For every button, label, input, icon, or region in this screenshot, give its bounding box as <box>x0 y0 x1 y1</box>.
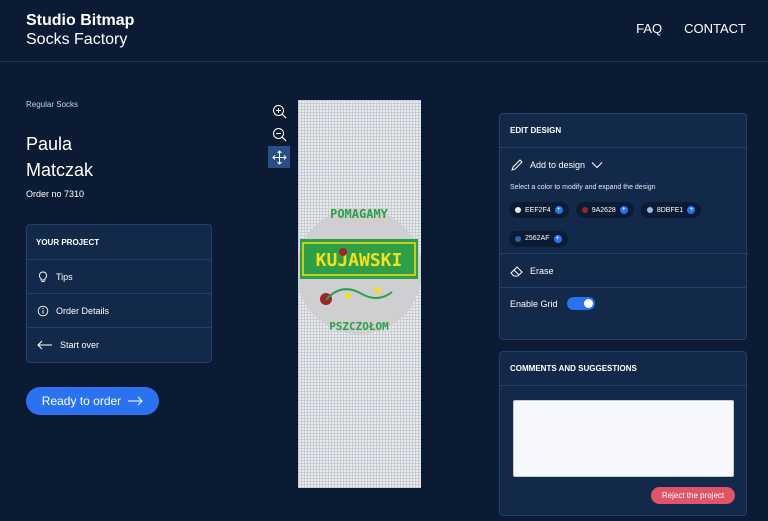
menu-item-label: Order Details <box>56 305 110 316</box>
pattern-flower <box>345 293 351 299</box>
zoom-in-button[interactable] <box>268 100 290 122</box>
zoom-out-button[interactable] <box>268 123 290 145</box>
sock-design-canvas[interactable]: POMAGAMY KUJAWSKI PSZCZOŁOM <box>298 100 421 488</box>
zoom-in-icon <box>272 104 286 118</box>
color-code: 9A2628 <box>591 206 616 214</box>
info-icon <box>37 305 49 316</box>
sock-pattern: POMAGAMY KUJAWSKI PSZCZOŁOM <box>298 207 421 334</box>
color-chip-8dbfe1[interactable]: 8DBFE1 + <box>640 202 702 218</box>
lightbulb-icon <box>39 271 47 282</box>
zoom-out-icon <box>272 127 286 141</box>
order-summary: Regular Socks Paula Matczak Order no 731… <box>26 100 212 199</box>
ready-to-order-label: Ready to order <box>41 394 122 408</box>
brand-title: Studio Bitmap <box>26 12 135 29</box>
project-panel-title: YOUR PROJECT <box>27 225 211 260</box>
erase-button[interactable]: Erase <box>500 254 746 288</box>
color-hint: Select a color to modify and expand the … <box>510 184 656 191</box>
color-code: 8DBFE1 <box>656 206 684 214</box>
pattern-accent <box>339 248 347 256</box>
customer-name: Paula Matczak <box>26 131 212 183</box>
enable-grid-row: Enable Grid <box>500 288 746 319</box>
reject-project-button[interactable]: Reject the project <box>651 487 735 504</box>
pattern-text-top: POMAGAMY <box>330 207 389 221</box>
enable-grid-toggle[interactable] <box>566 297 595 310</box>
color-code: EEF2F4 <box>525 206 551 214</box>
edit-design-panel: EDIT DESIGN Add to design Select a color… <box>499 113 748 340</box>
color-chip-9a2628[interactable]: 9A2628 + <box>575 202 634 218</box>
arrow-left-icon <box>37 340 52 350</box>
pencil-icon <box>511 159 523 171</box>
move-button[interactable] <box>268 146 290 168</box>
plus-icon: + <box>553 234 562 243</box>
customer-first-name: Paula <box>26 134 73 154</box>
pattern-text-brand: KUJAWSKI <box>316 250 403 271</box>
enable-grid-label: Enable Grid <box>510 298 558 309</box>
pattern-flower <box>375 287 381 293</box>
color-swatch <box>646 207 653 213</box>
toggle-knob <box>583 299 593 308</box>
add-to-design-label: Add to design <box>530 160 586 170</box>
brand-subtitle: Socks Factory <box>26 31 128 48</box>
color-code: 2562AF <box>525 235 550 242</box>
order-number: Order no 7310 <box>26 189 85 199</box>
color-chips: EEF2F4 + 9A2628 + 8DBFE1 + 2562AF + <box>500 191 748 254</box>
comments-textarea[interactable] <box>513 400 734 477</box>
plus-icon: + <box>554 206 563 214</box>
nav-faq[interactable]: FAQ <box>636 21 662 36</box>
chevron-down-icon <box>591 162 603 169</box>
brand-logo[interactable]: Studio Bitmap Socks Factory <box>26 12 134 50</box>
color-swatch <box>515 235 521 242</box>
plus-icon: + <box>687 206 696 214</box>
eraser-icon <box>510 265 523 276</box>
menu-item-tips[interactable]: Tips <box>27 260 211 294</box>
erase-label: Erase <box>530 265 554 276</box>
comments-title: COMMENTS AND SUGGESTIONS <box>500 352 746 386</box>
color-chip-eef2f4[interactable]: EEF2F4 + <box>509 202 569 218</box>
comments-panel: COMMENTS AND SUGGESTIONS Reject the proj… <box>499 351 747 516</box>
top-nav: FAQ CONTACT <box>636 21 746 36</box>
add-to-design-dropdown[interactable]: Add to design <box>500 148 746 182</box>
color-chip-2562af[interactable]: 2562AF + <box>509 230 568 247</box>
breadcrumb: Regular Socks <box>26 100 79 109</box>
plus-icon: + <box>619 206 628 214</box>
ready-to-order-button[interactable]: Ready to order <box>26 387 159 415</box>
menu-item-start-over[interactable]: Start over <box>27 328 211 362</box>
menu-item-label: Tips <box>56 271 73 282</box>
canvas-toolbar <box>268 100 290 169</box>
move-icon <box>271 149 287 165</box>
color-swatch <box>515 207 521 213</box>
top-bar: Studio Bitmap Socks Factory FAQ CONTACT <box>0 0 768 62</box>
edit-design-title: EDIT DESIGN <box>500 114 746 148</box>
color-swatch <box>581 207 588 213</box>
menu-item-label: Start over <box>60 340 100 350</box>
nav-contact[interactable]: CONTACT <box>684 21 746 36</box>
arrow-right-icon <box>128 396 143 406</box>
customer-last-name: Matczak <box>26 160 94 180</box>
project-panel: YOUR PROJECT Tips Order Details Start ov… <box>26 224 212 363</box>
menu-item-order-details[interactable]: Order Details <box>27 294 211 328</box>
pattern-text-bottom: PSZCZOŁOM <box>329 320 389 333</box>
